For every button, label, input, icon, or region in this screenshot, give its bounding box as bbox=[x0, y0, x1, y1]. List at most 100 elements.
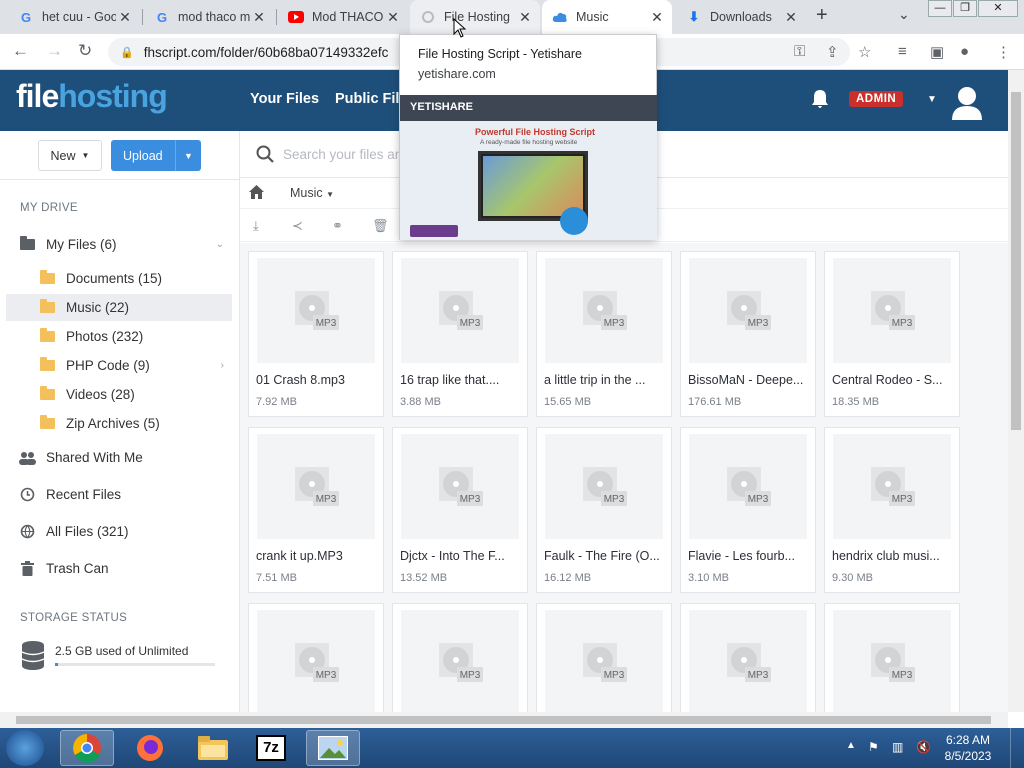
key-icon[interactable]: ⚿ bbox=[794, 43, 805, 60]
sidebar-item-trash[interactable]: Trash Can bbox=[6, 555, 232, 582]
file-card[interactable]: MP3 bbox=[824, 603, 960, 712]
firefox-icon[interactable] bbox=[123, 730, 177, 766]
system-clock[interactable]: 6:28 AM 8/5/2023 bbox=[938, 732, 998, 764]
mp3-file-icon: MP3 bbox=[871, 467, 915, 506]
file-card[interactable]: MP3 bbox=[536, 603, 672, 712]
google-icon: G bbox=[156, 9, 168, 25]
menu-icon[interactable]: ⋮ bbox=[996, 43, 1011, 61]
file-name: Central Rodeo - S... bbox=[832, 373, 943, 387]
scrollbar-thumb[interactable] bbox=[1011, 92, 1021, 430]
close-icon[interactable]: ✕ bbox=[116, 9, 134, 26]
back-icon[interactable]: ← bbox=[12, 41, 29, 61]
link-icon[interactable]: ⚭ bbox=[332, 218, 343, 234]
user-avatar-icon[interactable] bbox=[950, 84, 984, 120]
sidebar-item-my-files[interactable]: My Files (6) ⌄ bbox=[6, 231, 232, 258]
browser-tab-bar: G het cuu - Google ✕ G mod thaco mu ✕ Mo… bbox=[0, 0, 1024, 34]
mp3-file-icon: MP3 bbox=[295, 643, 339, 682]
vertical-scrollbar[interactable] bbox=[1008, 70, 1024, 712]
folder-icon bbox=[36, 328, 58, 342]
file-card[interactable]: MP3 crank it up.MP3 7.51 MB bbox=[248, 427, 384, 593]
photo-viewer-icon[interactable] bbox=[306, 730, 360, 766]
file-card[interactable]: MP3 a little trip in the ... 15.65 MB bbox=[536, 251, 672, 417]
sidebar-item-videos[interactable]: Videos (28) bbox=[6, 381, 232, 408]
mp3-label: MP3 bbox=[316, 670, 337, 681]
show-desktop-button[interactable] bbox=[1010, 728, 1024, 768]
file-card[interactable]: MP3 BissoMaN - Deepe... 176.61 MB bbox=[680, 251, 816, 417]
sidebar-item-zip-archives[interactable]: Zip Archives (5) bbox=[6, 410, 232, 437]
sidebar-item-music[interactable]: Music (22) bbox=[6, 294, 232, 321]
file-card[interactable]: MP3 Flavie - Les fourb... 3.10 MB bbox=[680, 427, 816, 593]
file-card[interactable]: MP3 Faulk - The Fire (O... 16.12 MB bbox=[536, 427, 672, 593]
tab-youtube[interactable]: Mod THACO ✕ bbox=[278, 0, 408, 34]
restore-button[interactable]: ❐ bbox=[953, 0, 977, 17]
share-icon[interactable]: ≺ bbox=[292, 218, 303, 234]
7zip-icon[interactable]: 7z bbox=[244, 730, 298, 766]
chrome-icon[interactable] bbox=[60, 730, 114, 766]
tab-file-hosting[interactable]: File Hosting ✕ bbox=[410, 0, 540, 34]
chevron-right-icon[interactable]: › bbox=[221, 360, 224, 371]
file-card[interactable]: MP3 16 trap like that.... 3.88 MB bbox=[392, 251, 528, 417]
sidebar-item-php-code[interactable]: PHP Code (9) › bbox=[6, 352, 232, 379]
file-card[interactable]: MP3 bbox=[680, 603, 816, 712]
new-tab-button[interactable]: + bbox=[816, 4, 828, 27]
file-name: a little trip in the ... bbox=[544, 373, 646, 387]
admin-badge[interactable]: ADMIN bbox=[849, 91, 904, 107]
download-icon[interactable]: ⤓ bbox=[253, 218, 259, 234]
nav-your-files[interactable]: Your Files bbox=[250, 91, 319, 107]
close-icon[interactable]: ✕ bbox=[384, 9, 402, 26]
file-card[interactable]: MP3 Central Rodeo - S... 18.35 MB bbox=[824, 251, 960, 417]
file-thumbnail: MP3 bbox=[689, 610, 807, 712]
upload-button[interactable]: Upload ▼ bbox=[111, 140, 201, 171]
upload-dropdown-icon[interactable]: ▼ bbox=[175, 140, 201, 171]
close-icon[interactable]: ✕ bbox=[648, 9, 666, 26]
action-center-icon[interactable]: ⚑ bbox=[868, 740, 879, 754]
close-icon[interactable]: ✕ bbox=[516, 9, 534, 26]
close-icon[interactable]: ✕ bbox=[250, 9, 268, 26]
bell-icon[interactable] bbox=[810, 88, 830, 110]
file-card[interactable]: MP3 bbox=[392, 603, 528, 712]
sidebar-item-recent[interactable]: Recent Files bbox=[6, 481, 232, 508]
mp3-file-icon: MP3 bbox=[439, 643, 483, 682]
network-icon[interactable]: ▥ bbox=[892, 740, 903, 754]
file-thumbnail: MP3 bbox=[689, 434, 807, 539]
breadcrumb-music[interactable]: Music ▼ bbox=[290, 186, 334, 200]
horizontal-scrollbar[interactable] bbox=[0, 712, 1008, 728]
tab-het-cuu[interactable]: G het cuu - Google ✕ bbox=[8, 0, 140, 34]
file-thumbnail: MP3 bbox=[833, 610, 951, 712]
volume-muted-icon[interactable]: 🔇 bbox=[916, 740, 931, 754]
tab-downloads[interactable]: ⬇ Downloads ✕ bbox=[676, 0, 806, 34]
chevron-down-icon[interactable]: ⌄ bbox=[216, 239, 224, 250]
site-logo[interactable]: filehosting bbox=[16, 78, 168, 115]
file-card[interactable]: MP3 bbox=[248, 603, 384, 712]
sidebar-item-documents[interactable]: Documents (15) bbox=[6, 265, 232, 292]
reload-icon[interactable]: ↻ bbox=[78, 41, 92, 61]
tab-mod-thaco[interactable]: G mod thaco mu ✕ bbox=[144, 0, 274, 34]
trash-icon[interactable]: 🗑 bbox=[372, 218, 389, 234]
file-card[interactable]: MP3 Djctx - Into The F... 13.52 MB bbox=[392, 427, 528, 593]
explorer-icon[interactable] bbox=[186, 730, 240, 766]
scrollbar-thumb[interactable] bbox=[16, 716, 991, 724]
close-icon[interactable]: ✕ bbox=[782, 9, 800, 26]
window-close-button[interactable]: ✕ bbox=[978, 0, 1018, 17]
file-size: 16.12 MB bbox=[544, 572, 592, 584]
windows-start-button[interactable] bbox=[6, 730, 44, 766]
share-icon[interactable]: ⇪ bbox=[826, 43, 839, 61]
tab-music[interactable]: Music ✕ bbox=[542, 0, 672, 34]
forward-icon[interactable]: → bbox=[46, 41, 63, 61]
sidebar-item-shared[interactable]: Shared With Me bbox=[6, 444, 232, 471]
mp3-file-icon: MP3 bbox=[439, 291, 483, 330]
file-card[interactable]: MP3 01 Crash 8.mp3 7.92 MB bbox=[248, 251, 384, 417]
minimize-button[interactable]: — bbox=[928, 0, 952, 17]
sidebar-item-photos[interactable]: Photos (232) bbox=[6, 323, 232, 350]
star-icon[interactable]: ☆ bbox=[858, 43, 871, 61]
sidebar-item-all-files[interactable]: All Files (321) bbox=[6, 518, 232, 545]
media-icon[interactable]: ≡ bbox=[898, 43, 907, 60]
caret-down-icon[interactable]: ▼ bbox=[927, 94, 937, 105]
home-icon[interactable] bbox=[249, 185, 264, 199]
show-hidden-icons[interactable]: ▲ bbox=[846, 740, 856, 751]
new-button[interactable]: New ▼ bbox=[38, 140, 102, 171]
profile-icon[interactable]: ● bbox=[960, 43, 969, 60]
side-panel-icon[interactable]: ▣ bbox=[930, 43, 944, 61]
file-card[interactable]: MP3 hendrix club musi... 9.30 MB bbox=[824, 427, 960, 593]
tab-search-icon[interactable]: ⌄ bbox=[898, 6, 910, 23]
